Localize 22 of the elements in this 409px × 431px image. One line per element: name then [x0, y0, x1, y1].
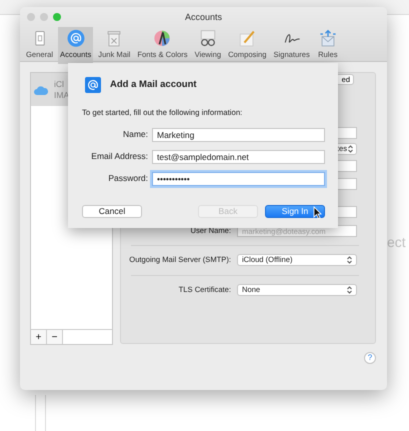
stepper-arrows-icon: [347, 256, 352, 264]
field-label: Name:: [122, 128, 149, 142]
text-field[interactable]: •••••••••••: [152, 172, 325, 186]
close-button[interactable]: [27, 13, 35, 21]
dialog-button[interactable]: Cancel: [82, 204, 142, 218]
minimize-button[interactable]: [40, 13, 48, 21]
dialog-title: Add a Mail account: [110, 78, 197, 92]
cloud-icon: [34, 84, 48, 94]
help-button[interactable]: ?: [364, 352, 376, 364]
stepper-arrows-icon: [348, 145, 353, 153]
text-field[interactable]: Marketing: [152, 128, 325, 142]
field-label: Email Address:: [90, 150, 149, 164]
at-sign-icon: [85, 77, 101, 93]
zoom-button[interactable]: [53, 13, 61, 21]
window-title: Accounts: [184, 12, 222, 22]
text-field[interactable]: test@sampledomain.net: [152, 150, 325, 164]
at-sign-icon: [64, 28, 87, 48]
stepper-arrows-icon: [347, 286, 352, 294]
cursor-icon: [313, 206, 322, 219]
remove-button[interactable]: −: [47, 330, 63, 344]
field-label: Password:: [107, 172, 149, 186]
add-button[interactable]: +: [31, 330, 47, 344]
